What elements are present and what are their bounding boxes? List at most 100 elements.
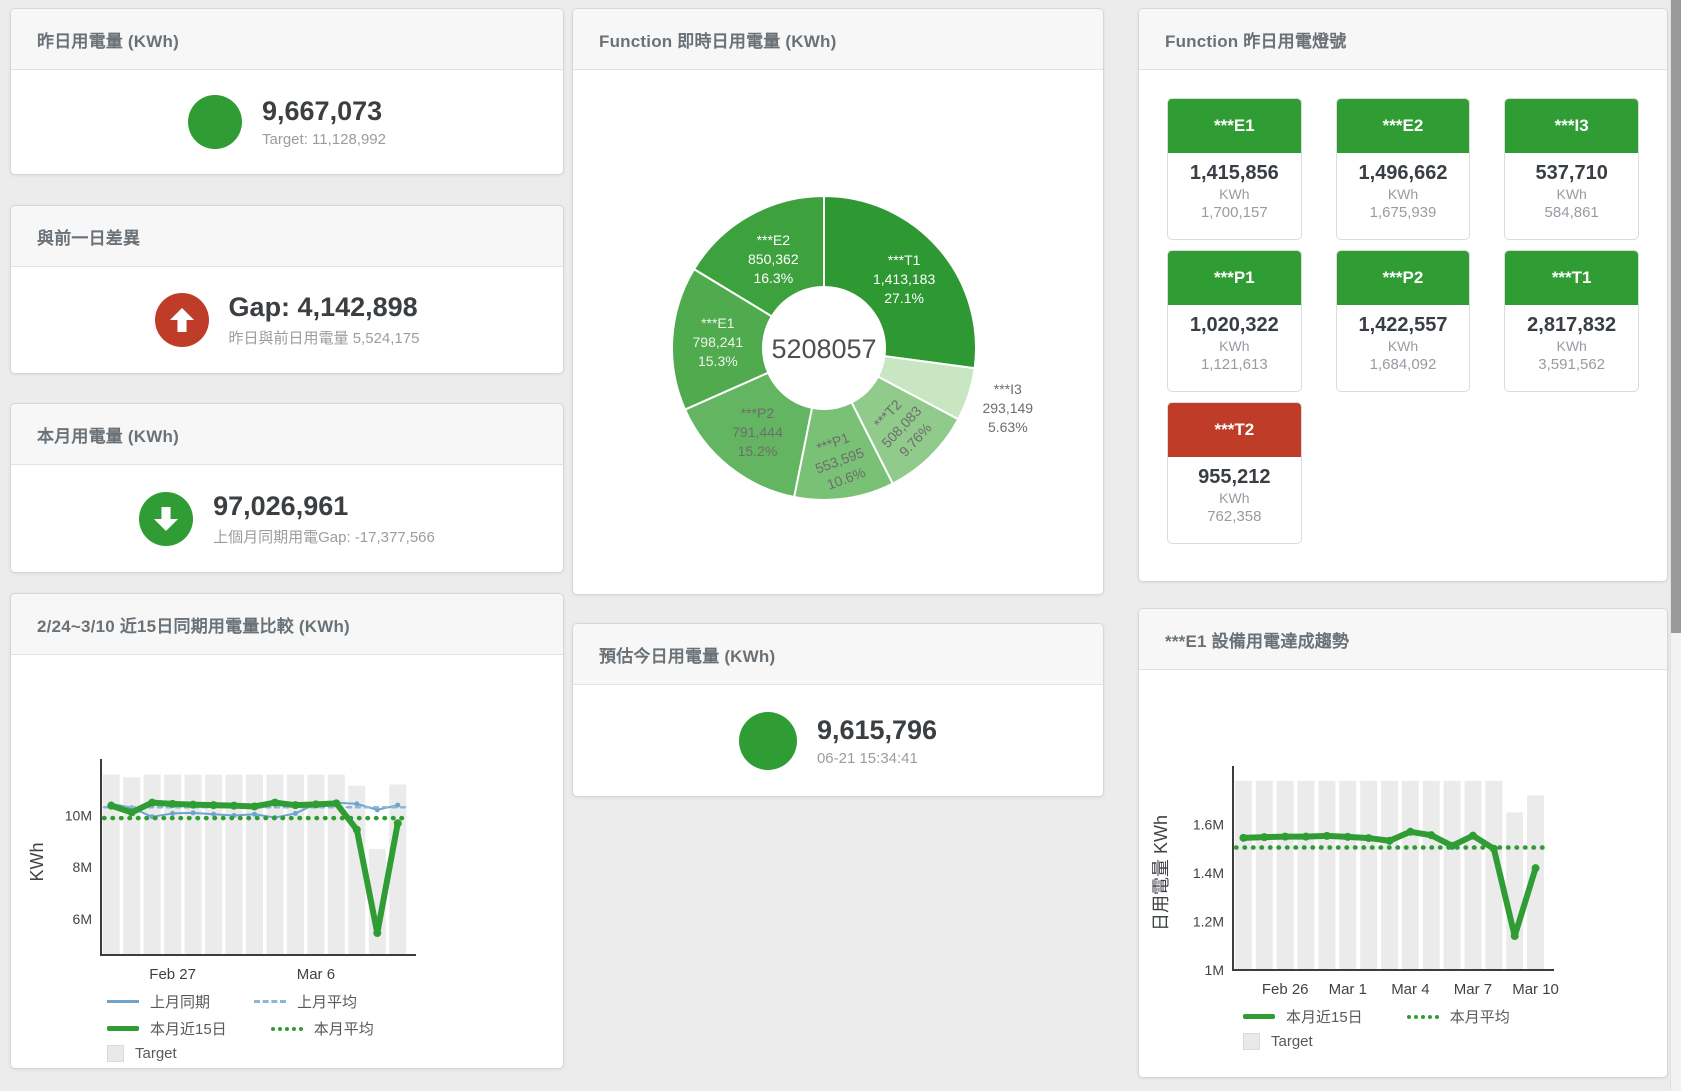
legend-swatch-line [107,1000,139,1003]
x-axis-tick: Feb 27 [149,966,196,983]
series-point [271,799,279,807]
stat-subtitle: Target: 11,128,992 [262,131,386,148]
legend-swatch-thick [1243,1014,1275,1019]
scrollbar-thumb[interactable] [1671,0,1681,633]
series-point [230,802,238,810]
card-title: Function 即時日用電量 (KWh) [599,27,836,52]
series-point [293,811,298,816]
x-axis-tick: Feb 26 [1262,981,1309,998]
tile-target: 1,700,157 [1168,204,1301,221]
card-header: 2/24~3/10 近15日同期用電量比較 (KWh) [11,594,563,655]
target-bar [1464,781,1481,970]
legend-swatch-dashed [254,1000,286,1003]
y-axis-label: KWh [27,842,47,881]
card-function-lights: Function 昨日用電燈號 ***E11,415,856KWh1,700,1… [1138,8,1668,582]
light-tile: ***P11,020,322KWh1,121,613 [1167,250,1302,392]
tile-target: 3,591,562 [1505,356,1638,373]
legend-item[interactable]: 本月平均 [1407,1006,1510,1027]
target-bar [1402,781,1419,970]
status-circle-icon [739,712,797,770]
tile-status-header: ***E1 [1168,99,1301,153]
series-point [1427,831,1435,839]
series-point [1302,833,1310,841]
donut-slice-label: ***I3293,1495.63% [982,381,1033,435]
arrow-down-icon [139,492,193,546]
legend-swatch-thick [107,1026,139,1031]
series-point [1239,834,1247,842]
legend-label: Target [135,1045,177,1062]
card-title: 本月用電量 (KWh) [37,422,179,447]
donut-center-value: 5208057 [771,334,876,364]
stat-subtitle: 06-21 15:34:41 [817,750,937,767]
card-compare-chart: 2/24~3/10 近15日同期用電量比較 (KWh) 6M8M10MFeb 2… [10,593,564,1069]
tile-target: 584,861 [1505,204,1638,221]
series-point [169,800,177,808]
series-point [1323,832,1331,840]
tile-target: 762,358 [1168,508,1301,525]
arrow-up-icon [155,293,209,347]
tile-unit: KWh [1337,186,1470,202]
compare-chart: 6M8M10MFeb 27Mar 6KWh [11,655,561,991]
tile-value: 1,496,662 [1337,162,1470,185]
legend-label: 本月近15日 [1286,1006,1363,1027]
tile-value: 1,020,322 [1168,314,1301,337]
series-point [354,801,359,806]
series-point [1260,833,1268,841]
light-tile: ***E1 1,415,856KWh 1,700,157 [1167,98,1302,240]
target-bar [1444,781,1461,970]
legend-swatch-dotted [271,1027,303,1031]
y-axis-tick: 8M [73,859,92,875]
y-axis-label: 日用電量 KWh [1151,815,1171,931]
legend-item[interactable]: 上月同期 [107,991,210,1012]
target-bar [1423,781,1440,970]
tile-unit: KWh [1168,186,1301,202]
stat-body: 97,026,961 上個月同期用電Gap: -17,377,566 [11,465,563,572]
target-bar [1506,812,1523,970]
legend-row: Target [107,1045,563,1062]
light-tile: ***I3537,710KWh584,861 [1504,98,1639,240]
series-point [1365,834,1373,842]
legend-row: 本月近15日 本月平均 [107,1018,563,1039]
legend-item[interactable]: Target [107,1045,177,1062]
card-header: 預估今日用電量 (KWh) [573,624,1103,685]
y-axis-tick: 6M [73,911,92,927]
stat-body: Gap: 4,142,898 昨日與前日用電量 5,524,175 [11,267,563,373]
card-estimate-today: 預估今日用電量 (KWh) 9,615,796 06-21 15:34:41 [572,623,1104,797]
target-bar [1256,781,1273,970]
status-circle-icon [188,95,242,149]
tile-status-header: ***E2 [1337,99,1470,153]
tile-unit: KWh [1168,338,1301,354]
legend-item[interactable]: Target [1243,1033,1313,1050]
series-point [128,808,136,816]
legend-item[interactable]: 本月近15日 [1243,1006,1363,1027]
card-header: ***E1 設備用電達成趨勢 [1139,609,1667,670]
x-axis-tick: Mar 6 [297,966,335,983]
legend-row: 上月同期 上月平均 [107,991,563,1012]
scrollbar[interactable] [1670,0,1681,1091]
series-point [1406,828,1414,836]
legend-item[interactable]: 上月平均 [254,991,357,1012]
tile-value: 1,415,856 [1168,162,1301,185]
tile-target: 1,121,613 [1168,356,1301,373]
series-point [191,810,196,815]
target-bar [1298,781,1315,970]
series-point [1532,864,1540,872]
target-bar [246,775,263,955]
x-axis-tick: Mar 7 [1454,981,1492,998]
card-month-usage: 本月用電量 (KWh) 97,026,961 上個月同期用電Gap: -17,3… [10,403,564,573]
tile-target: 1,675,939 [1337,204,1470,221]
card-day-gap: 與前一日差異 Gap: 4,142,898 昨日與前日用電量 5,524,175 [10,205,564,374]
tile-value: 955,212 [1168,466,1301,489]
stat-subtitle: 昨日與前日用電量 5,524,175 [229,327,420,348]
legend-item[interactable]: 本月平均 [271,1018,374,1039]
card-title: 預估今日用電量 (KWh) [599,642,775,667]
tile-value: 1,422,557 [1337,314,1470,337]
series-point [312,800,320,808]
legend-item[interactable]: 本月近15日 [107,1018,227,1039]
tile-status-header: ***T1 [1505,251,1638,305]
card-e1-trend-chart: ***E1 設備用電達成趨勢 1M1.2M1.4M1.6MFeb 26Mar 1… [1138,608,1668,1078]
target-bar [1318,781,1335,970]
stat-value: 9,615,796 [817,715,937,746]
tile-unit: KWh [1505,338,1638,354]
legend-row: Target [1243,1033,1667,1050]
